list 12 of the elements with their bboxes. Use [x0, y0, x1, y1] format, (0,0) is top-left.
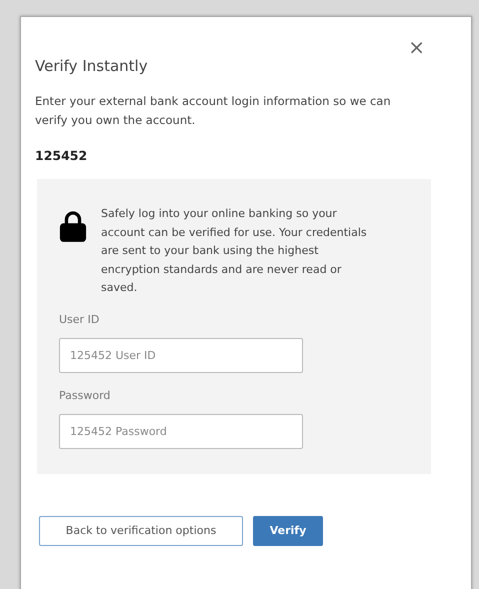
back-button[interactable]: Back to verification options: [39, 516, 243, 546]
description-text: Enter your external bank account login information so we can verify you own the account.: [35, 93, 392, 129]
account-number: 125452: [35, 148, 88, 163]
lock-icon: [59, 211, 87, 243]
field-label: User ID: [59, 312, 100, 326]
verify-button[interactable]: Verify: [253, 516, 323, 546]
close-button[interactable]: ×: [408, 35, 455, 59]
user-id-field[interactable]: 125452 User ID: [59, 338, 303, 372]
dialog-title: Verify Instantly: [35, 57, 148, 75]
field-label: Password: [59, 388, 112, 402]
password-field[interactable]: 125452 Password: [59, 414, 303, 448]
security-notice: Safely log into your online banking so your account can be verified for use. Your credentials are sent to your bank using the highest encryption standards and are never read or saved.: [101, 206, 368, 296]
